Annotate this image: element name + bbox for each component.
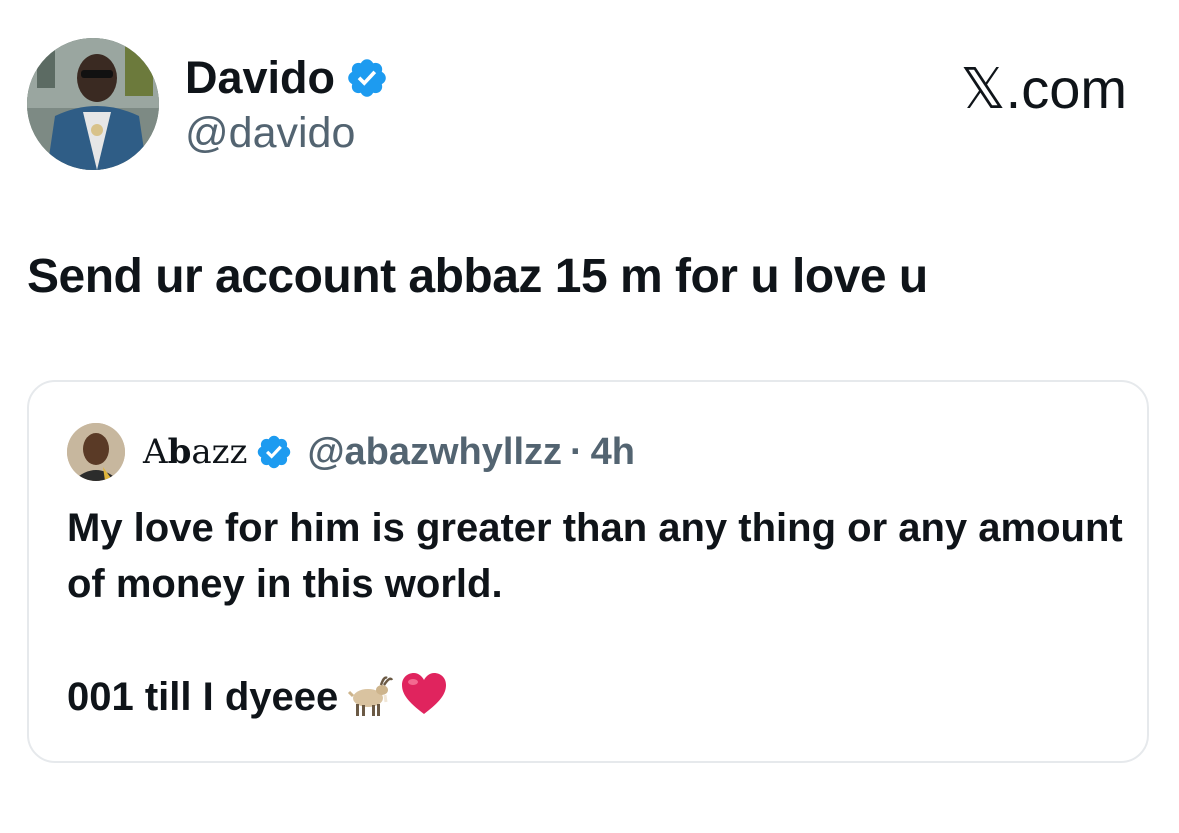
quote-separator: ·: [570, 430, 583, 473]
quote-name-prefix: A: [143, 432, 168, 472]
quoted-tweet-card[interactable]: Abazz @abazwhyllzz · 4h My love for him …: [27, 380, 1149, 763]
quote-body: My love for him is greater than any thin…: [67, 500, 1127, 725]
quote-author-handle[interactable]: @abazwhyllzz: [307, 431, 562, 474]
author-name[interactable]: Davido: [185, 52, 335, 104]
quote-text-line2-row: 001 till I dyeee: [67, 668, 1127, 725]
goat-emoji-icon: [342, 668, 394, 720]
author-name-row: Davido: [185, 52, 389, 104]
red-heart-emoji-icon: [398, 668, 450, 720]
quote-verified-badge-icon: [255, 433, 293, 471]
quote-header: Abazz @abazwhyllzz · 4h: [67, 420, 635, 484]
quote-text-line2: 001 till I dyeee: [67, 675, 339, 719]
site-label: 𝕏.com: [960, 57, 1127, 120]
quote-timestamp[interactable]: 4h: [591, 431, 635, 474]
author-handle[interactable]: @davido: [185, 108, 355, 158]
quote-avatar-photo-icon: [67, 423, 125, 481]
author-avatar[interactable]: [27, 38, 159, 170]
tweet-text: Send ur account abbaz 15 m for u love u: [27, 250, 928, 303]
quote-author-name[interactable]: Abazz: [143, 432, 247, 472]
quote-name-suffix: azz: [191, 432, 248, 472]
quote-name-bold: b: [167, 432, 192, 472]
quote-author-avatar[interactable]: [67, 423, 125, 481]
quote-text-line1: My love for him is greater than any thin…: [67, 506, 1123, 606]
avatar-photo-icon: [27, 38, 159, 170]
verified-badge-icon: [345, 56, 389, 100]
